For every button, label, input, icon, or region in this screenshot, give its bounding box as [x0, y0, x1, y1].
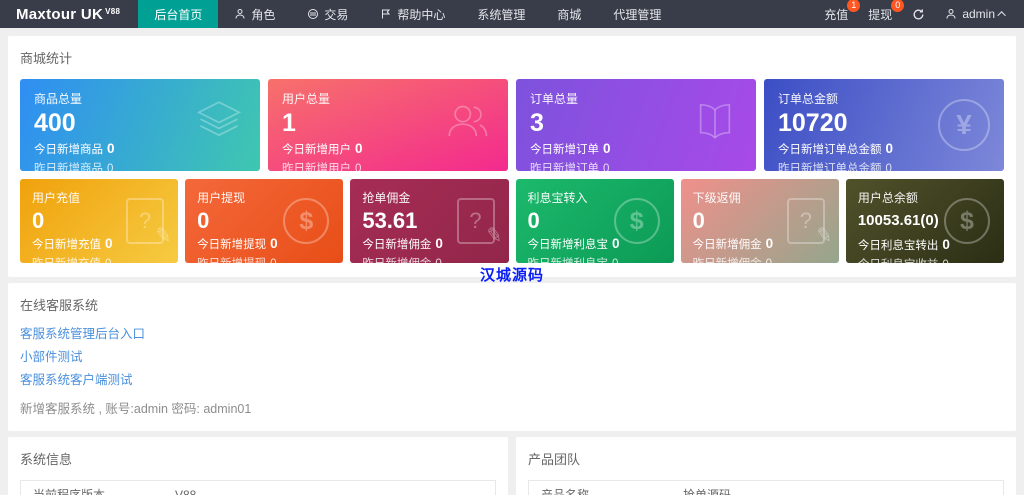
refresh-button[interactable]	[912, 8, 925, 21]
app-logo-version: V88	[105, 6, 121, 16]
document-question-icon: ? ✎	[456, 198, 504, 248]
main-content: 汉城源码 商城统计 商品总量 400 今日新增商品 0 昨日新增商品 0 用户总量 …	[0, 28, 1024, 495]
refresh-icon	[913, 8, 924, 19]
stat-card-total-products: 商品总量 400 今日新增商品 0 昨日新增商品 0	[20, 79, 260, 171]
stat-card-order-commission: 抢单佣金 53.61 今日新增佣金0 昨日新增佣金0 ?✎	[350, 179, 509, 263]
system-info-table: 当前程序版本V88 运行PHP版本7.2.33 ThinkPHP版本5.1.38…	[20, 480, 496, 495]
table-row: 产品名称 抢单源码	[541, 488, 732, 495]
layers-icon	[192, 96, 246, 155]
app-logo-text: Maxtour UK	[16, 5, 104, 23]
stats-row-1: 商品总量 400 今日新增商品 0 昨日新增商品 0 用户总量 1 今日新增用户 0 …	[20, 79, 1004, 171]
nav-item-system-management[interactable]: 系统管理	[461, 0, 541, 28]
person-icon	[235, 9, 245, 19]
withdraw-badge: 0	[891, 0, 905, 12]
nav-item-agent-management[interactable]: 代理管理	[597, 0, 677, 28]
username: admin	[962, 7, 995, 21]
flag-icon	[382, 9, 391, 19]
dollar-circle-icon: $	[944, 198, 990, 244]
stat-card-total-users: 用户总量 1 今日新增用户 0 昨日新增用户 0	[268, 79, 508, 171]
system-info-panel: 系统信息 当前程序版本V88 运行PHP版本7.2.33 ThinkPHP版本5…	[8, 437, 508, 495]
nav-item-transactions[interactable]: 交易	[291, 0, 364, 28]
product-team-table: 产品名称抢单源码 产品说明本产品只为学习测试交流,请勿要做商业或者用于违法行为,…	[528, 480, 1004, 495]
app-logo: Maxtour UK V88	[0, 0, 138, 28]
bottom-panels: 系统信息 当前程序版本V88 运行PHP版本7.2.33 ThinkPHP版本5…	[8, 437, 1016, 495]
panel-title-system-info: 系统信息	[20, 452, 73, 467]
nav-item-roles[interactable]: 角色	[218, 0, 291, 28]
stat-card-interest-transfer-in: 利息宝转入 0 今日新增利息宝0 昨日新增利息宝0 $	[515, 179, 674, 263]
user-menu[interactable]: admin	[945, 7, 1006, 21]
service-admin-entry-link[interactable]: 客服系统管理后台入口	[20, 326, 1004, 342]
recharge-link[interactable]: 充值 1	[824, 0, 861, 23]
panel-title-customer-service: 在线客服系统	[20, 298, 99, 313]
widget-test-link[interactable]: 小部件测试	[20, 349, 1004, 365]
service-client-test-link[interactable]: 客服系统客户端测试	[20, 372, 1004, 388]
stat-card-total-orders: 订单总量 3 今日新增订单 0 昨日新增订单 0	[516, 79, 756, 171]
service-account-note: 新增客服系统 , 账号:admin 密码: admin01	[20, 402, 252, 416]
stat-card-user-total-balance: 用户总余额 10053.61(0) 今日利息宝转出0 今日利息宝收益0 $	[845, 179, 1004, 263]
stat-card-total-order-amount: 订单总金额 10720 今日新增订单总金额 0 昨日新增订单总金额 0 ¥	[764, 79, 1004, 171]
nav-item-dashboard[interactable]: 后台首页	[138, 0, 219, 28]
withdraw-link[interactable]: 提现 0	[868, 0, 905, 23]
product-team-panel: 产品团队 产品名称抢单源码 产品说明本产品只为学习测试交流,请勿要做商业或者用于…	[516, 437, 1016, 495]
nav-item-help-center[interactable]: 帮助中心	[364, 0, 461, 28]
users-icon	[440, 96, 494, 155]
stats-row-2: 用户充值 0 今日新增充值0 昨日新增充值0 ?✎ 用户提现 0 今日新增提现0…	[20, 179, 1004, 263]
recharge-badge: 1	[847, 0, 861, 12]
nav-item-mall[interactable]: 商城	[541, 0, 597, 28]
stat-card-user-recharge: 用户充值 0 今日新增充值0 昨日新增充值0 ?✎	[20, 179, 179, 263]
yen-circle-icon: ¥	[938, 99, 990, 151]
chevron-up-icon	[997, 11, 1006, 20]
customer-service-panel: 在线客服系统 客服系统管理后台入口 小部件测试 客服系统客户端测试 新增客服系统…	[8, 283, 1016, 431]
transaction-icon	[308, 9, 319, 19]
panel-title-product-team: 产品团队	[528, 452, 581, 467]
main-nav: 后台首页 角色 交易 帮助中心 系统管理 商城 代理管理	[138, 0, 806, 28]
header-actions: 充值 1 提现 0 admin	[806, 0, 1024, 28]
mall-statistics-panel: 商城统计 商品总量 400 今日新增商品 0 昨日新增商品 0 用户总量 1 今日新…	[8, 36, 1016, 277]
table-row: 当前程序版本 V88	[33, 487, 197, 495]
document-question-icon: ? ✎	[126, 198, 174, 248]
stat-card-user-withdraw: 用户提现 0 今日新增提现0 昨日新增提现0 $	[185, 179, 344, 263]
watermark-text: 汉城源码	[479, 267, 545, 284]
book-icon	[688, 96, 742, 155]
stat-card-subordinate-rebate: 下级返佣 0 今日新增佣金0 昨日新增佣金0 ?✎	[680, 179, 839, 263]
panel-title-mall-statistics: 商城统计	[20, 51, 73, 66]
dollar-circle-icon: $	[613, 198, 660, 244]
dollar-circle-icon: $	[283, 198, 330, 244]
user-icon	[946, 9, 956, 19]
document-question-icon: ? ✎	[786, 198, 834, 248]
top-header: Maxtour UK V88 后台首页 角色 交易 帮助中心 系统管理 商城 代…	[0, 0, 1024, 28]
